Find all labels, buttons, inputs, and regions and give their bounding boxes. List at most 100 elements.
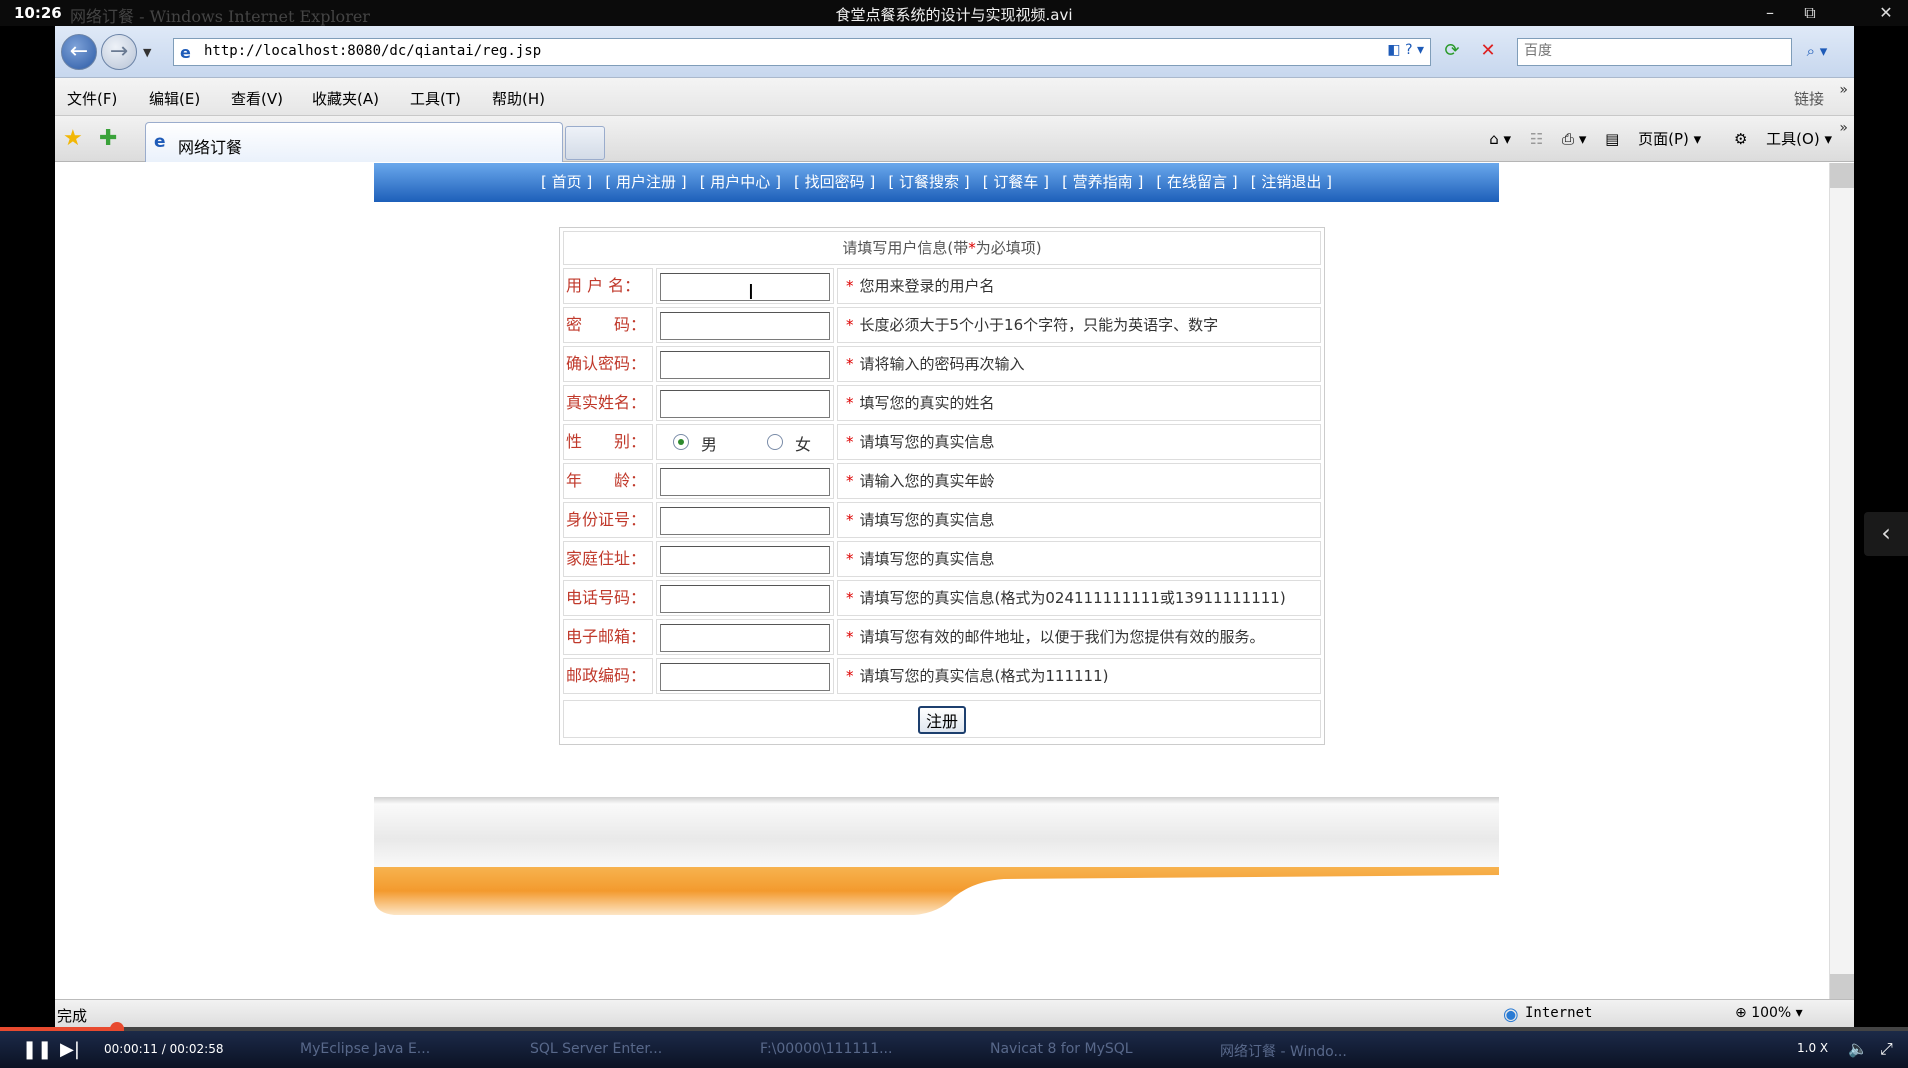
- required-star: *: [846, 433, 854, 451]
- links-toolbar[interactable]: 链接: [1794, 88, 1824, 109]
- age-input[interactable]: [660, 468, 830, 496]
- row-postal-code: 邮政编码： * 请填写您的真实信息(格式为111111): [563, 658, 1321, 694]
- field-hint: * 请填写您的真实信息(格式为024111111111或13911111111): [837, 580, 1321, 616]
- row-address: 家庭住址： * 请填写您的真实信息: [563, 541, 1321, 577]
- tab-network-ordering[interactable]: e 网络订餐: [145, 122, 563, 162]
- site-nav: [ 首页 ] [ 用户注册 ] [ 用户中心 ] [ 找回密码 ] [ 订餐搜索…: [374, 163, 1499, 202]
- email-input[interactable]: [660, 624, 830, 652]
- ie-page-icon: e: [154, 132, 166, 152]
- field-label: 确认密码：: [563, 346, 653, 382]
- video-file-title: 食堂点餐系统的设计与实现视频.avi: [835, 6, 1073, 24]
- required-star: *: [846, 667, 854, 685]
- field-hint: * 填写您的真实的姓名: [837, 385, 1321, 421]
- new-tab-button[interactable]: [565, 126, 605, 160]
- taskbar-item: Navicat 8 for MySQL: [990, 1041, 1133, 1057]
- required-star: *: [846, 316, 854, 334]
- playback-speed[interactable]: 1.0 X: [1797, 1041, 1828, 1055]
- status-text: 完成: [57, 1007, 88, 1025]
- gender-female-label: 女: [795, 435, 812, 454]
- taskbar-item: F:\00000\111111...: [760, 1041, 893, 1057]
- menu-help[interactable]: 帮助(H): [492, 88, 545, 109]
- vertical-scrollbar[interactable]: [1829, 163, 1855, 999]
- id-number-input[interactable]: [660, 507, 830, 535]
- row-id-number: 身份证号： * 请填写您的真实信息: [563, 502, 1321, 538]
- collapse-panel-icon[interactable]: ‹: [1864, 512, 1908, 556]
- nav-register[interactable]: [ 用户注册 ]: [605, 163, 686, 202]
- field-cell: [656, 385, 834, 421]
- compat-view-icon[interactable]: ◧ ? ▾: [1387, 42, 1424, 58]
- menu-favorites[interactable]: 收藏夹(A): [312, 88, 379, 109]
- nav-order-search[interactable]: [ 订餐搜索 ]: [888, 163, 969, 202]
- nav-message-board[interactable]: [ 在线留言 ]: [1156, 163, 1237, 202]
- confirm-password-input[interactable]: [660, 351, 830, 379]
- nav-logout[interactable]: [ 注销退出 ]: [1251, 163, 1332, 202]
- menu-view[interactable]: 查看(V): [231, 88, 283, 109]
- back-button[interactable]: ←: [61, 34, 97, 70]
- tools-menu[interactable]: ⚙ 工具(O) ▾: [1720, 128, 1832, 149]
- hint-text: 您用来登录的用户名: [859, 277, 995, 295]
- recent-pages-dropdown-icon[interactable]: ▼: [143, 46, 151, 59]
- feeds-icon[interactable]: ☷: [1530, 130, 1543, 148]
- fullscreen-icon[interactable]: ⤢: [1880, 1039, 1893, 1059]
- real-name-input[interactable]: [660, 390, 830, 418]
- search-input[interactable]: [1518, 39, 1748, 63]
- url-field[interactable]: e http://localhost:8080/dc/qiantai/reg.j…: [173, 38, 1431, 66]
- volume-icon[interactable]: 🔈: [1848, 1039, 1868, 1058]
- search-icon[interactable]: ⌕ ▾: [1796, 38, 1838, 66]
- menu-file[interactable]: 文件(F): [67, 88, 117, 109]
- refresh-icon[interactable]: ⟳: [1438, 38, 1466, 66]
- password-input[interactable]: [660, 312, 830, 340]
- chevron-right-icon[interactable]: »: [1839, 120, 1848, 136]
- gender-female-radio[interactable]: [767, 434, 783, 450]
- nav-nutrition-guide[interactable]: [ 营养指南 ]: [1062, 163, 1143, 202]
- row-username: 用 户 名： * 您用来登录的用户名: [563, 268, 1321, 304]
- add-favorite-icon[interactable]: ✚: [99, 126, 117, 151]
- row-age: 年 龄： * 请输入您的真实年龄: [563, 463, 1321, 499]
- minimize-icon[interactable]: –: [1760, 3, 1780, 23]
- postal-code-input[interactable]: [660, 663, 830, 691]
- zoom-level[interactable]: ⊕ 100% ▾: [1735, 1005, 1803, 1021]
- caption-text: 为必填项): [975, 239, 1042, 257]
- field-hint: * 请将输入的密码再次输入: [837, 346, 1321, 382]
- register-button[interactable]: 注册: [918, 706, 966, 734]
- field-label: 真实姓名：: [563, 385, 653, 421]
- restore-icon[interactable]: ⧉: [1800, 3, 1820, 23]
- field-label: 用 户 名：: [563, 268, 653, 304]
- hint-text: 请输入您的真实年龄: [859, 472, 995, 490]
- ie-page-icon: e: [180, 43, 191, 62]
- phone-input[interactable]: [660, 585, 830, 613]
- home-icon[interactable]: ⌂ ▾: [1489, 130, 1511, 148]
- favorites-star-icon[interactable]: ★: [63, 126, 83, 151]
- nav-user-center[interactable]: [ 用户中心 ]: [700, 163, 781, 202]
- search-box[interactable]: [1517, 38, 1792, 66]
- field-cell: [656, 580, 834, 616]
- chevron-right-icon[interactable]: »: [1839, 82, 1848, 98]
- close-icon[interactable]: ✕: [1876, 3, 1896, 23]
- text-cursor-icon: I: [748, 280, 754, 304]
- field-cell: [656, 619, 834, 655]
- nav-recover-password[interactable]: [ 找回密码 ]: [794, 163, 875, 202]
- hint-text: 长度必须大于5个小于16个字符，只能为英语字、数字: [859, 316, 1219, 334]
- menu-tools[interactable]: 工具(T): [410, 88, 461, 109]
- next-icon[interactable]: ▶|: [60, 1039, 80, 1060]
- field-hint: * 请填写您的真实信息: [837, 502, 1321, 538]
- username-input[interactable]: [660, 273, 830, 301]
- nav-cart[interactable]: [ 订餐车 ]: [983, 163, 1049, 202]
- page-menu[interactable]: ▤ 页面(P) ▾: [1605, 128, 1701, 149]
- hint-text: 填写您的真实的姓名: [859, 394, 995, 412]
- menu-edit[interactable]: 编辑(E): [149, 88, 200, 109]
- gender-male-radio[interactable]: [673, 434, 689, 450]
- video-letterbox-left: [0, 26, 55, 1027]
- address-input[interactable]: [660, 546, 830, 574]
- pause-icon[interactable]: ❚❚: [22, 1039, 52, 1060]
- taskbar-item: 网络订餐 - Windo...: [1220, 1044, 1347, 1060]
- print-icon[interactable]: ⎙ ▾: [1562, 130, 1586, 148]
- nav-home[interactable]: [ 首页 ]: [541, 163, 592, 202]
- scroll-down-arrow[interactable]: [1830, 974, 1855, 999]
- forward-button[interactable]: →: [101, 34, 137, 70]
- magnifier-icon: ⊕: [1735, 1005, 1747, 1021]
- scroll-up-arrow[interactable]: [1830, 163, 1855, 188]
- stop-icon[interactable]: ✕: [1474, 38, 1502, 66]
- tab-bar: ★ ✚ e 网络订餐 ⌂ ▾ ☷ ⎙ ▾ ▤ 页面(P) ▾ ⚙ 工具(O) ▾…: [55, 116, 1854, 162]
- footer-band: [374, 797, 1499, 867]
